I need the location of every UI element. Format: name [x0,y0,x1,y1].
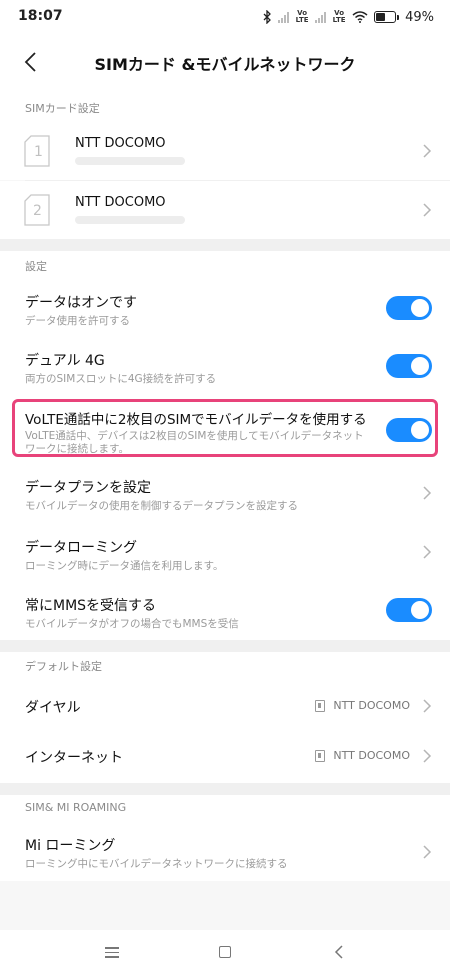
chevron-right-icon [423,486,432,500]
sim-card-number-masked [75,216,185,224]
chevron-right-icon [423,545,432,559]
wifi-icon [352,11,368,23]
page-title: SIMカード &モバイルネットワーク [94,55,356,74]
setting-title: ダイヤル [25,700,81,716]
setting-data-on[interactable]: データはオンです データ使用を許可する [0,281,450,339]
home-icon[interactable] [215,944,235,960]
section-sim-header: SIMカード設定 [0,90,450,122]
setting-volte-data[interactable]: VoLTE通話中に2枚目のSIMでモバイルデータを使用する VoLTE通話中、デ… [0,397,450,459]
setting-title: データローミング [25,540,137,556]
section-gap [0,239,450,251]
setting-subtitle: 両方のSIMスロットに4G接続を許可する [25,373,217,385]
setting-always-mms[interactable]: 常にMMSを受信する モバイルデータがオフの場合でもMMSを受信 [0,579,450,640]
navigation-bar [0,930,450,975]
section-default-header: デフォルト設定 [0,652,450,680]
setting-data-plan[interactable]: データプランを設定 モバイルデータの使用を制御するデータプランを設定する [0,459,450,521]
setting-subtitle: ローミング中にモバイルデータネットワークに接続する [25,858,288,870]
chevron-right-icon [423,845,432,859]
bluetooth-icon [263,10,272,24]
signal-2-icon [315,11,327,23]
setting-data-roaming[interactable]: データローミング ローミング時にデータ通信を利用します。 [0,521,450,579]
section-gap [0,783,450,795]
status-icons: Vo LTE Vo LTE 49% [262,7,434,27]
sim-card-2[interactable]: 2 NTT DOCOMO [0,181,450,239]
back-icon[interactable] [330,944,350,960]
volte-2-icon: Vo LTE [332,9,346,24]
volte-1-icon: Vo LTE [295,9,309,24]
default-dial-value: NTT DOCOMO [315,699,410,712]
setting-title: インターネット [25,750,123,766]
data-on-toggle[interactable] [386,296,432,320]
setting-title: データプランを設定 [25,480,151,496]
setting-title: 常にMMSを受信する [25,598,157,614]
default-internet[interactable]: インターネット NTT DOCOMO [0,730,450,783]
setting-subtitle: モバイルデータがオフの場合でもMMSを受信 [25,618,239,630]
menu-icon[interactable] [102,944,122,960]
status-time: 18:07 [18,8,63,24]
setting-mi-roaming[interactable]: Mi ローミング ローミング中にモバイルデータネットワークに接続する [0,823,450,881]
section-roaming-header: SIM& MI ROAMING [0,795,450,823]
sim-card-name: NTT DOCOMO [75,195,166,210]
default-internet-value: NTT DOCOMO [315,749,410,762]
setting-dual-4g[interactable]: デュアル 4G 両方のSIMスロットに4G接続を許可する [0,339,450,397]
chevron-right-icon [423,749,432,763]
dual-4g-toggle[interactable] [386,354,432,378]
volte-data-toggle[interactable] [386,418,432,442]
chevron-right-icon [423,203,432,217]
signal-1-icon [278,11,290,23]
screen: 18:07 Vo LTE Vo LTE 49% SIMカード &モバイルネットワーク [0,0,450,975]
sim-slot-number: 2 [33,203,42,219]
status-bar: 18:07 Vo LTE Vo LTE 49% [0,0,450,34]
setting-subtitle-line2: ワークに接続します。 [25,443,129,455]
header: SIMカード &モバイルネットワーク [0,34,450,90]
chevron-right-icon [423,699,432,713]
setting-subtitle: ローミング時にデータ通信を利用します。 [25,560,224,572]
sim-1-icon [315,699,326,712]
battery-icon [374,11,400,23]
default-dial[interactable]: ダイヤル NTT DOCOMO [0,680,450,730]
always-mms-toggle[interactable] [386,598,432,622]
setting-title: デュアル 4G [25,353,105,369]
section-settings-header: 設定 [0,251,450,281]
setting-title: データはオンです [25,295,137,311]
setting-title: Mi ローミング [25,838,116,854]
setting-title: VoLTE通話中に2枚目のSIMでモバイルデータを使用する [25,412,367,428]
sim-slot-number: 1 [34,144,43,160]
sim-card-1[interactable]: 1 NTT DOCOMO [0,122,450,180]
section-gap [0,640,450,652]
setting-subtitle: モバイルデータの使用を制御するデータプランを設定する [25,500,298,512]
battery-percent: 49% [405,9,434,25]
sim-card-name: NTT DOCOMO [75,136,166,151]
chevron-right-icon [423,144,432,158]
sim-1-icon [315,749,326,762]
setting-subtitle: データ使用を許可する [25,315,130,327]
sim-card-number-masked [75,157,185,165]
